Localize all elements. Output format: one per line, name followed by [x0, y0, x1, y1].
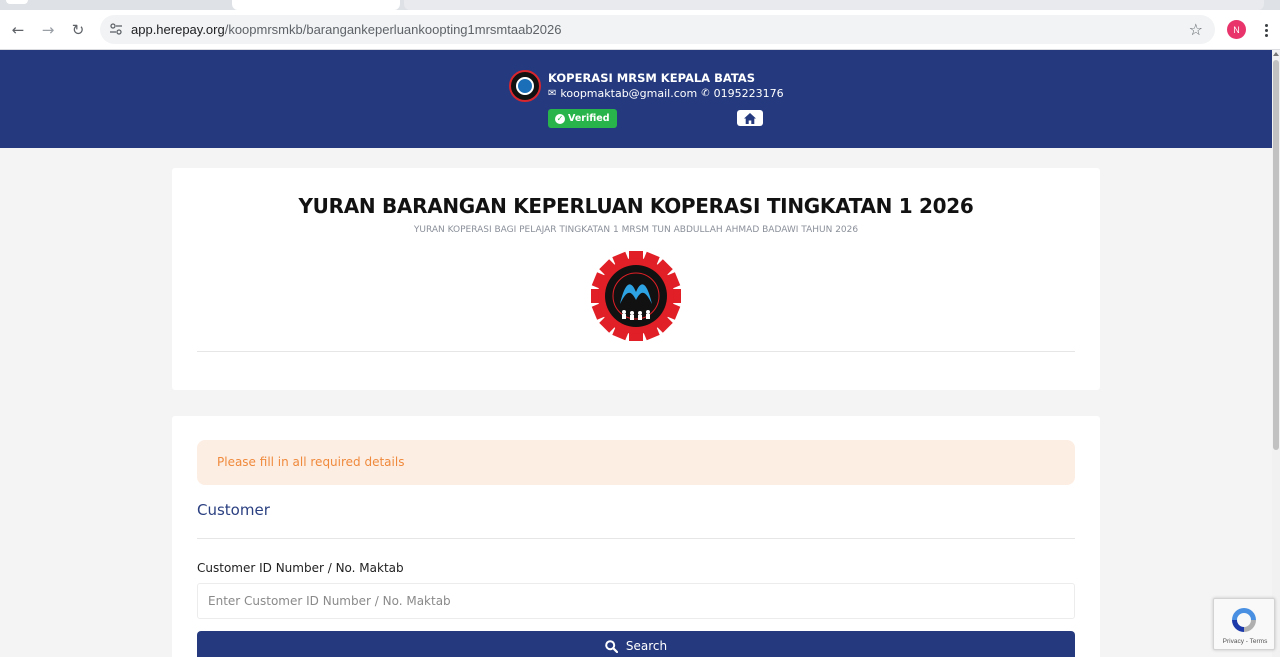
page-scrollbar[interactable] [1272, 50, 1280, 657]
site-info-icon[interactable] [108, 21, 124, 37]
scroll-thumb[interactable] [1273, 60, 1279, 450]
org-phone[interactable]: 0195223176 [714, 87, 784, 100]
event-subtitle: YURAN KOPERASI BAGI PELAJAR TINGKATAN 1 … [413, 225, 859, 235]
merchant-header: KOPERASI MRSM KEPALA BATAS ✉ koopmaktab@… [0, 50, 1272, 148]
reload-icon[interactable]: ↻ [66, 18, 90, 42]
forward-icon[interactable]: → [36, 18, 60, 42]
search-icon [605, 639, 618, 653]
url-host: app.herepay.org [131, 22, 225, 37]
divider [197, 538, 1075, 539]
phone-icon: ✆ [701, 88, 710, 99]
tab-strip [0, 0, 1280, 10]
org-contact: ✉ koopmaktab@gmail.com ✆ 0195223176 [548, 87, 784, 100]
tab-strip-rest [404, 0, 1264, 10]
verified-badge: ✓ Verified [548, 109, 617, 128]
home-icon [744, 112, 756, 124]
event-card: YURAN BARANGAN KEPERLUAN KOPERASI TINGKA… [172, 168, 1100, 390]
customer-form-card: Please fill in all required details Cust… [172, 416, 1100, 657]
browser-toolbar: ← → ↻ app.herepay.org/koopmrsmkb/baranga… [0, 10, 1280, 50]
check-circle-icon: ✓ [555, 113, 565, 124]
url-text: app.herepay.org/koopmrsmkb/barangankeper… [131, 22, 561, 37]
tab-inactive[interactable] [6, 0, 28, 4]
address-bar[interactable]: app.herepay.org/koopmrsmkb/barangankeper… [100, 15, 1215, 44]
event-title: YURAN BARANGAN KEPERLUAN KOPERASI TINGKA… [298, 194, 974, 218]
page-viewport: KOPERASI MRSM KEPALA BATAS ✉ koopmaktab@… [0, 50, 1272, 657]
scroll-up-icon[interactable] [1273, 52, 1279, 56]
search-button-label: Search [625, 639, 668, 653]
browser-menu-icon[interactable] [1258, 18, 1274, 42]
url-path: /koopmrsmkb/barangankeperluankoopting1mr… [224, 22, 562, 37]
recaptcha-icon [1232, 608, 1256, 632]
verified-label: Verified [568, 113, 610, 124]
alert-text: Please fill in all required details [217, 455, 405, 469]
back-icon[interactable]: ← [6, 18, 30, 42]
search-button[interactable]: Search [197, 631, 1075, 657]
cooperative-emblem [591, 251, 681, 341]
home-button[interactable] [737, 110, 763, 126]
profile-avatar[interactable]: N [1227, 20, 1246, 39]
recaptcha-badge[interactable]: Privacy - Terms [1213, 598, 1275, 650]
recaptcha-links[interactable]: Privacy - Terms [1214, 638, 1276, 645]
org-name: KOPERASI MRSM KEPALA BATAS [548, 71, 755, 85]
bookmark-star-icon[interactable]: ☆ [1189, 20, 1203, 39]
customer-id-label: Customer ID Number / No. Maktab [197, 561, 404, 575]
org-email[interactable]: koopmaktab@gmail.com [560, 87, 697, 100]
customer-id-input[interactable] [197, 583, 1075, 619]
divider [197, 351, 1075, 352]
tab-active[interactable] [232, 0, 400, 10]
envelope-icon: ✉ [548, 88, 557, 99]
section-title-customer: Customer [197, 501, 270, 519]
required-details-alert: Please fill in all required details [197, 440, 1075, 485]
org-logo [509, 70, 541, 102]
